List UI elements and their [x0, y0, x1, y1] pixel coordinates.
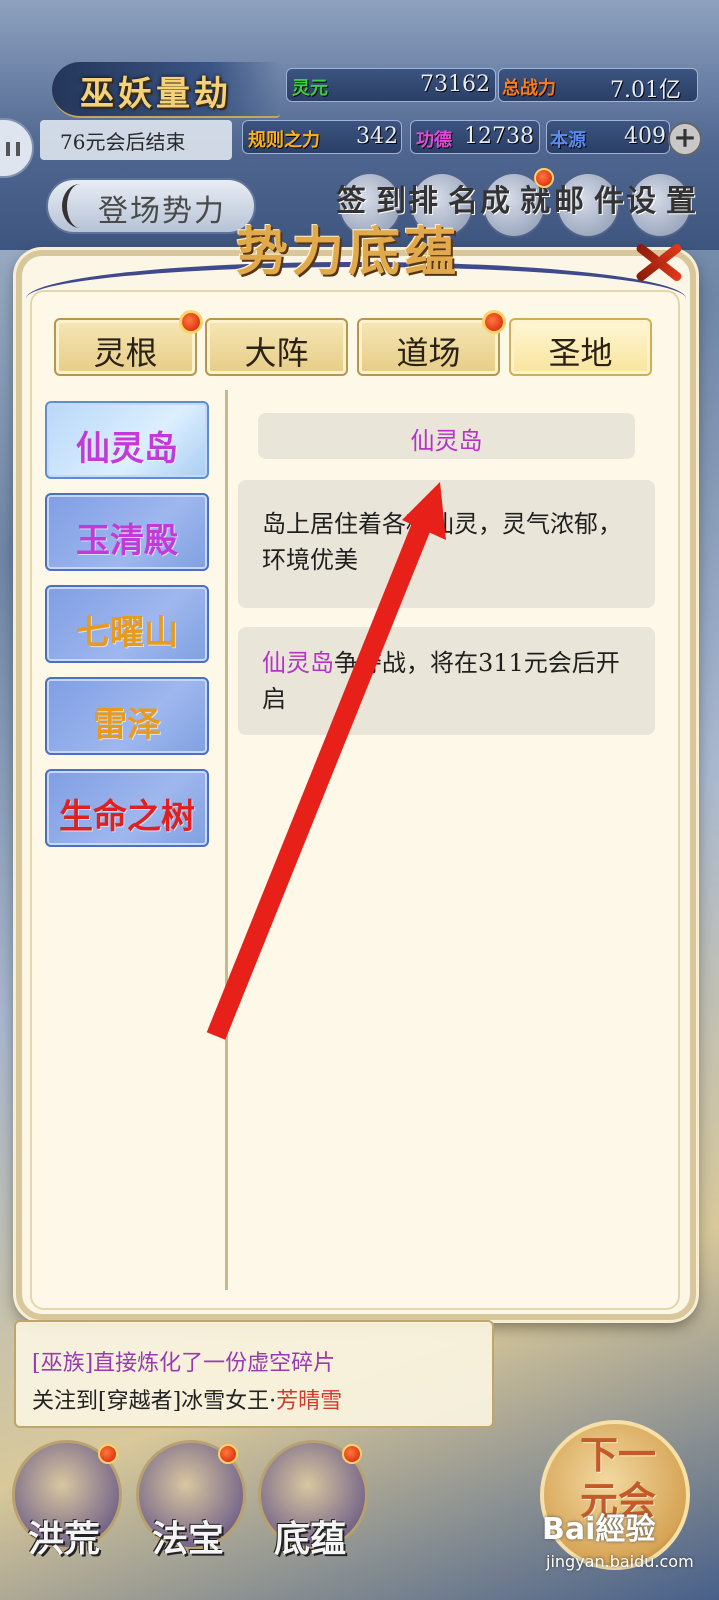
pause-icon — [6, 142, 20, 156]
tab-badge — [179, 310, 203, 334]
stat-total-power-label: 总战力 — [502, 78, 556, 99]
tab-label: 圣地 — [548, 334, 613, 372]
log-line: [巫族]直接炼化了一份虚空碎片 — [32, 1351, 336, 1376]
stat-rule-power-value: 342 — [356, 124, 398, 149]
stat-merit-value: 12738 — [464, 124, 534, 149]
baidu-watermark-url: jingyan.baidu.com — [546, 1552, 694, 1571]
stat-merit-label: 功德 — [416, 130, 452, 151]
battle-info-text: 仙灵岛争夺战，将在311元会后开启 — [262, 645, 634, 717]
honghuang-label: 洪荒 — [28, 1518, 101, 1560]
place-label: 生命之树 — [59, 797, 195, 837]
close-icon[interactable] — [628, 232, 688, 292]
detail-title: 仙灵岛 — [410, 427, 483, 455]
fabao-label: 法宝 — [152, 1518, 225, 1560]
description-text: 岛上居住着各种仙灵，灵气浓郁，环境优美 — [262, 510, 622, 574]
place-item-leize[interactable]: 雷泽 — [45, 677, 209, 755]
place-label: 雷泽 — [93, 705, 161, 745]
diyun-badge — [342, 1444, 362, 1464]
fabao-badge — [218, 1444, 238, 1464]
achievement-badge — [534, 168, 554, 188]
baidu-watermark-logo: Bai經验 — [542, 1512, 656, 1547]
place-item-qiyaoshan[interactable]: 七曜山 — [45, 585, 209, 663]
tab-label: 道场 — [396, 334, 461, 372]
stat-origin-value: 409 — [624, 124, 666, 149]
place-item-xianlingdao[interactable]: 仙灵岛 — [45, 401, 209, 479]
event-title: 巫妖量劫 — [80, 74, 232, 114]
stat-origin-label: 本源 — [550, 130, 586, 151]
detail-title-box: 仙灵岛 — [258, 413, 635, 459]
tab-shengdi[interactable]: 圣地 — [509, 318, 652, 376]
battle-info-box: 仙灵岛争夺战，将在311元会后开启 — [238, 627, 655, 735]
swirl-icon — [62, 184, 98, 228]
tab-linggen[interactable]: 灵根 — [54, 310, 203, 376]
log-line: 关注到[穿越者]冰雪女王·芳晴雪 — [32, 1383, 342, 1415]
mail-label: 邮件 — [554, 184, 634, 219]
tab-label: 灵根 — [93, 334, 158, 372]
diyun-label: 底蕴 — [274, 1518, 347, 1560]
stat-lingyuan-label: 灵元 — [292, 78, 328, 99]
place-item-tree-of-life[interactable]: 生命之树 — [45, 769, 209, 847]
countdown-text: 76元会后结束 — [60, 130, 186, 154]
place-label: 七曜山 — [76, 613, 178, 653]
enter-faction-label: 登场势力 — [98, 194, 226, 229]
tab-daochang[interactable]: 道场 — [357, 310, 506, 376]
description-box: 岛上居住着各种仙灵，灵气浓郁，环境优美 — [238, 480, 655, 608]
place-label: 仙灵岛 — [76, 429, 178, 469]
tab-badge — [482, 310, 506, 334]
stat-rule-power-label: 规则之力 — [248, 130, 320, 151]
log-prefix: 关注到[穿越者]冰雪女王· — [32, 1389, 277, 1414]
tab-dazhen[interactable]: 大阵 — [205, 318, 348, 376]
panel-divider — [225, 390, 228, 1290]
tab-label: 大阵 — [244, 334, 309, 372]
add-resource-button[interactable]: + — [668, 122, 702, 156]
place-label: 玉清殿 — [76, 521, 178, 561]
modal-title: 势力底蕴 — [236, 222, 461, 283]
battle-place-name: 仙灵岛 — [262, 649, 334, 677]
stat-lingyuan-value: 73162 — [420, 72, 490, 97]
log-player-name: 芳晴雪 — [276, 1389, 343, 1414]
stat-total-power-value: 7.01亿 — [610, 78, 681, 103]
settings-label: 设置 — [626, 184, 706, 219]
honghuang-badge — [98, 1444, 118, 1464]
place-item-yuqingdian[interactable]: 玉清殿 — [45, 493, 209, 571]
